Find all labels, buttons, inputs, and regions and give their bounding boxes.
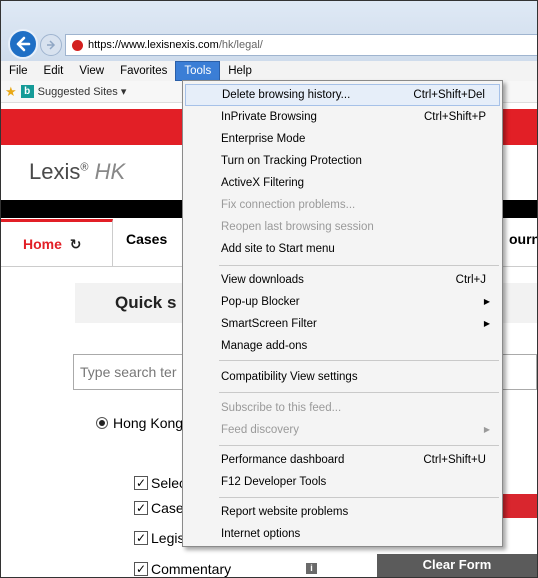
menu-item-tracking-protection[interactable]: Turn on Tracking Protection [185,150,500,172]
menu-item-feed-discovery: Feed discovery ▶ [185,419,500,441]
menu-item-inprivate-browsing[interactable]: InPrivate Browsing Ctrl+Shift+P [185,106,500,128]
site-favicon-icon [72,39,83,51]
quick-search-title: Quick s [115,293,177,312]
menu-separator [219,360,499,361]
menu-separator [219,497,499,498]
submenu-arrow-icon: ▶ [483,425,490,434]
checkbox-icon[interactable]: ✓ [134,531,148,545]
address-bar-area: https://www.lexisnexis.com/hk/legal/ [1,1,537,61]
checkbox-icon[interactable]: ✓ [134,476,148,490]
menu-edit[interactable]: Edit [36,61,72,81]
menu-item-add-to-start[interactable]: Add site to Start menu [185,238,500,260]
menu-item-manage-addons[interactable]: Manage add-ons [185,335,500,357]
suggested-sites-link[interactable]: Suggested Sites ▾ [38,85,127,98]
url-host: https://www.lexisnexis.com [88,39,219,51]
menu-view[interactable]: View [71,61,112,81]
favorites-star-icon[interactable]: ★ [5,84,17,100]
checkbox-commentary[interactable]: ✓ Commentary [134,561,231,577]
menu-item-report-problems[interactable]: Report website problems [185,501,500,523]
menu-item-delete-browsing-history[interactable]: Delete browsing history... Ctrl+Shift+Del [185,84,500,106]
tools-menu-dropdown: Delete browsing history... Ctrl+Shift+Del… [182,80,503,547]
menu-separator [219,392,499,393]
menu-item-reopen-session: Reopen last browsing session [221,221,374,233]
menu-help[interactable]: Help [220,61,260,81]
checkbox-icon[interactable]: ✓ [134,501,148,515]
submenu-arrow-icon: ▶ [483,297,490,306]
bing-icon: b [20,85,34,98]
tab-cases[interactable]: Cases [113,219,183,267]
arrow-left-icon [16,36,31,52]
checkbox-icon[interactable]: ✓ [134,562,148,576]
submenu-arrow-icon: ▶ [483,319,490,328]
clear-form-button[interactable]: Clear Form [377,554,537,577]
tab-journals[interactable]: ourn [509,231,537,247]
menu-item-performance-dashboard[interactable]: Performance dashboard Ctrl+Shift+U [185,449,500,471]
back-button[interactable] [8,29,38,59]
forward-button[interactable] [40,34,62,56]
menu-tools[interactable]: Tools [175,61,221,81]
menu-file[interactable]: File [1,61,36,81]
checkbox-legislation[interactable]: ✓ Legis [134,530,184,546]
menu-item-popup-blocker[interactable]: Pop-up Blocker ▶ [185,291,500,313]
menu-favorites[interactable]: Favorites [112,61,175,81]
info-icon[interactable]: i [306,563,317,574]
browser-window: https://www.lexisnexis.com/hk/legal/ Fil… [0,0,538,578]
url-path: /hk/legal/ [218,39,263,51]
arrow-right-icon [47,40,56,50]
menu-item-f12-developer-tools[interactable]: F12 Developer Tools [185,471,500,493]
checkbox-select[interactable]: ✓ Selec [134,475,186,491]
menu-item-activex-filtering[interactable]: ActiveX Filtering [185,172,500,194]
menu-separator [219,445,499,446]
menu-item-smartscreen[interactable]: SmartScreen Filter ▶ [185,313,500,335]
menu-item-compatibility-view[interactable]: Compatibility View settings [185,366,500,388]
tab-home[interactable]: Home ↻ [1,219,113,267]
menu-item-view-downloads[interactable]: View downloads Ctrl+J [185,269,500,291]
refresh-icon[interactable]: ↻ [70,236,82,252]
lexis-logo: Lexis® HK [29,159,126,184]
menu-item-subscribe-feed: Subscribe to this feed... [221,402,342,414]
menu-separator [219,265,499,266]
jurisdiction-radio[interactable]: Hong Kong [96,415,183,431]
menu-bar: File Edit View Favorites Tools Help [1,61,537,81]
menu-item-internet-options[interactable]: Internet options [185,523,500,545]
radio-selected-icon[interactable] [96,417,108,429]
menu-item-fix-connection: Fix connection problems... [221,199,356,211]
menu-item-enterprise-mode[interactable]: Enterprise Mode [185,128,500,150]
url-field[interactable]: https://www.lexisnexis.com/hk/legal/ [65,34,537,56]
